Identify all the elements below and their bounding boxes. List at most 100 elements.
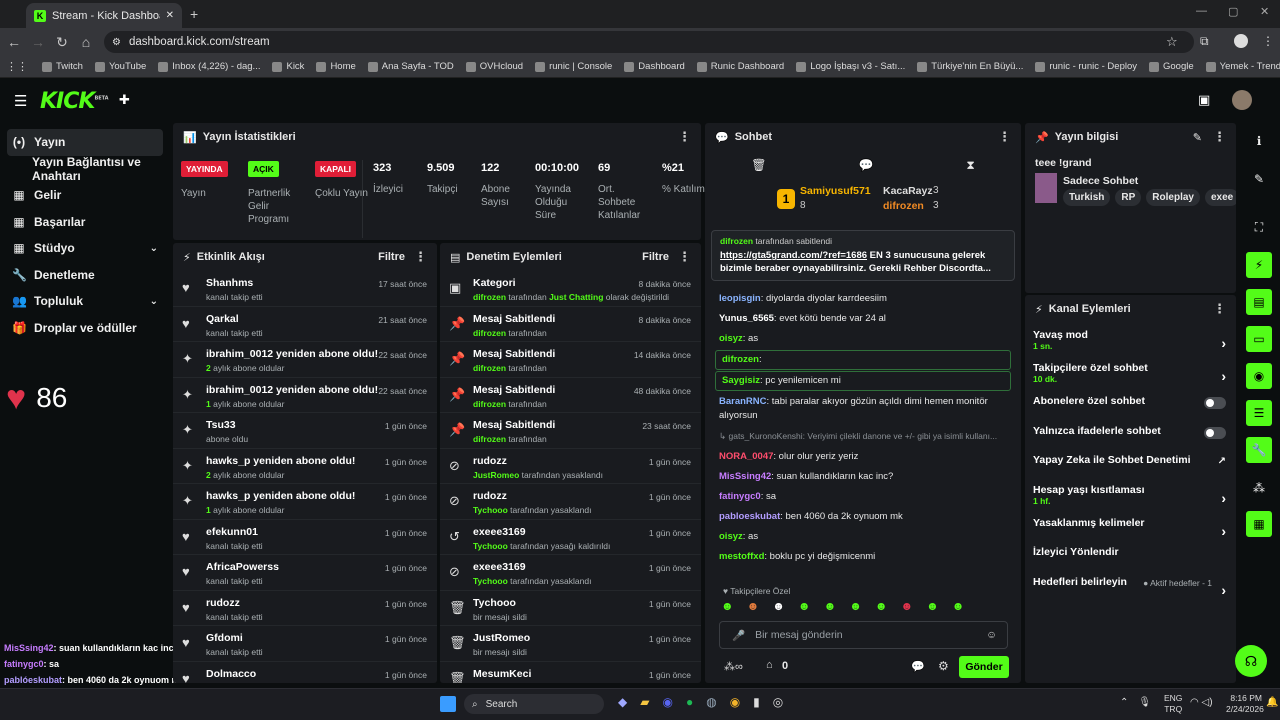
chat-username[interactable]: Saygisiz: [722, 375, 760, 386]
bookmark-item[interactable]: Twitch: [42, 61, 83, 72]
broadcast-icon[interactable]: ◉: [1246, 363, 1272, 389]
activity-row[interactable]: ✦ ibrahim_0012 yeniden abone oldu! 2 aylık…: [173, 342, 437, 378]
chat-username[interactable]: BaranRNC: [719, 396, 767, 407]
chat-message[interactable]: oisyz: as: [705, 527, 1021, 547]
chat-settings-bubble-icon[interactable]: 💬: [911, 660, 925, 673]
chat-message[interactable]: Saygisiz: pc yenilemicen mi: [715, 371, 1011, 391]
chat-message[interactable]: mestoffxd: boklu pc yi değişmicenmi: [705, 547, 1021, 567]
moderation-row[interactable]: 📌 Mesaj Sabitlendi difrozen tarafından 14 d…: [440, 342, 701, 378]
close-tab-icon[interactable]: ✕: [166, 10, 174, 21]
copilot-icon[interactable]: ◆: [618, 695, 627, 709]
help-icon[interactable]: ☊: [1235, 645, 1267, 677]
bookmark-item[interactable]: Logo İşbaşı v3 - Satı...: [796, 61, 905, 72]
taskbar-search[interactable]: ⌕ Search: [464, 694, 604, 714]
chat-username[interactable]: pabloeskubat: [719, 511, 780, 522]
sidebar-item-1[interactable]: Yayın Bağlantısı ve Anahtarı: [0, 155, 170, 183]
channel-action-item[interactable]: Yavaş mod 1 sn. ›: [1025, 329, 1236, 362]
tag-chip[interactable]: exee: [1204, 189, 1236, 206]
bookmark-item[interactable]: Ana Sayfa - TOD: [367, 61, 454, 72]
chat-message[interactable]: fatinygc0: sa: [705, 487, 1021, 507]
kick-logo[interactable]: KICKBETA: [40, 89, 109, 114]
more-options-icon[interactable]: ⋮: [678, 249, 691, 265]
close-window-icon[interactable]: ✕: [1260, 5, 1269, 18]
emote-icon[interactable]: ☻: [798, 599, 811, 613]
channel-action-item[interactable]: Hedefleri belirleyin ● Aktif hedefler - 1…: [1025, 576, 1236, 606]
browser-menu-icon[interactable]: ⋮: [1262, 34, 1274, 48]
windows-start-icon[interactable]: [440, 696, 456, 712]
chat-icon[interactable]: ▭: [1246, 326, 1272, 352]
users-icon[interactable]: ⁂: [1246, 475, 1272, 501]
bookmark-item[interactable]: runic - runic - Deploy: [1035, 61, 1137, 72]
info-icon[interactable]: ℹ: [1246, 128, 1272, 154]
minimize-icon[interactable]: —: [1196, 5, 1207, 17]
more-options-icon[interactable]: ⋮: [1213, 301, 1226, 317]
activity-row[interactable]: ♥ Qarkal kanalı takip etti 21 saat önce: [173, 307, 437, 342]
activity-row[interactable]: ♥ rudozz kanalı takip etti 1 gün önce: [173, 591, 437, 626]
moderation-row[interactable]: ⊘ exeee3169 Tychooo tarafından yasaklandı 1…: [440, 555, 701, 591]
activity-row[interactable]: ♥ Dolmacco 1 gün önce: [173, 662, 437, 684]
chat-bubble-icon[interactable]: 💬: [859, 158, 874, 172]
channel-action-item[interactable]: Yalnızca ifadelerle sohbet: [1025, 425, 1236, 455]
new-tab-icon[interactable]: +: [190, 6, 198, 22]
chat-username[interactable]: fatinygc0: [719, 491, 761, 502]
chevron-right-icon[interactable]: ›: [1221, 335, 1226, 351]
emoji-icon[interactable]: ☺: [986, 629, 997, 641]
sidebar-item-3[interactable]: ▦ Başarılar: [0, 209, 170, 236]
tag-chip[interactable]: Roleplay: [1146, 189, 1200, 206]
chat-username[interactable]: MisSsing42: [719, 471, 771, 482]
bookmark-item[interactable]: OVHcloud: [465, 61, 523, 72]
bookmark-item[interactable]: runic | Console: [535, 61, 612, 72]
bookmark-star-icon[interactable]: ☆: [1166, 34, 1178, 50]
activity-row[interactable]: ✦ hawks_p yeniden abone oldu! 1 aylık abon…: [173, 484, 437, 520]
sidebar-item-7[interactable]: 🎁 Droplar ve ödüller: [0, 315, 170, 342]
moderation-row[interactable]: 🗑 MesumKeci 1 gün önce: [440, 662, 701, 684]
emote-icon[interactable]: ☻: [900, 599, 913, 613]
language-indicator[interactable]: ENG TRQ: [1164, 693, 1182, 715]
chat-username[interactable]: leopisgin: [719, 293, 761, 304]
bookmark-item[interactable]: Kick: [272, 61, 304, 72]
bookmark-item[interactable]: Yemek - Trendyol Go: [1205, 61, 1280, 72]
external-link-icon[interactable]: ↗: [1218, 456, 1226, 467]
profile-icon[interactable]: [1234, 34, 1248, 48]
activity-row[interactable]: ✦ ibrahim_0012 yeniden abone oldu! 1 aylık…: [173, 378, 437, 413]
channel-action-item[interactable]: Yapay Zeka ile Sohbet Denetimi ↗: [1025, 454, 1236, 484]
forward-icon[interactable]: →: [26, 34, 50, 50]
bookmark-item[interactable]: Home: [316, 61, 356, 72]
browser-tab[interactable]: K Stream - Kick Dashboard ✕: [26, 3, 182, 28]
edit-icon[interactable]: ✎: [1193, 131, 1202, 144]
activity-row[interactable]: ♥ AfricaPowerss kanalı takip etti 1 gün önc…: [173, 555, 437, 591]
send-button[interactable]: Gönder: [959, 656, 1009, 678]
emote-icon[interactable]: ☻: [772, 599, 785, 613]
tag-chip[interactable]: RP: [1115, 189, 1142, 206]
site-info-icon[interactable]: ⚙: [112, 37, 121, 48]
epic-games-icon[interactable]: ▮: [753, 695, 760, 709]
chat-username[interactable]: mestoffxd: [719, 551, 764, 562]
chat-input[interactable]: 🎤 Bir mesaj gönderin ☺: [719, 621, 1008, 649]
list-icon[interactable]: ☰: [1246, 400, 1272, 426]
emote-icon[interactable]: ☻: [721, 599, 734, 613]
toggle-switch[interactable]: [1204, 397, 1226, 409]
emote-icon[interactable]: ☻: [952, 599, 965, 613]
activity-row[interactable]: ✦ Tsu33 abone oldu 1 gün önce: [173, 413, 437, 449]
bookmark-item[interactable]: Dashboard: [624, 61, 685, 72]
mic-icon[interactable]: 🎤: [732, 629, 745, 642]
microphone-icon[interactable]: 🎙: [1138, 697, 1151, 708]
fullscreen-icon[interactable]: ⛶: [1246, 214, 1272, 240]
edit-icon[interactable]: ✎: [1246, 166, 1272, 192]
sidebar-item-0[interactable]: (•) Yayın: [7, 129, 163, 156]
bookmark-item[interactable]: Runic Dashboard: [696, 61, 784, 72]
bookmark-item[interactable]: YouTube: [94, 61, 146, 72]
back-icon[interactable]: ←: [2, 34, 26, 50]
reload-icon[interactable]: ↻: [50, 34, 74, 51]
chat-message[interactable]: NORA_0047: olur olur yeriz yeriz: [705, 447, 1021, 467]
moderation-row[interactable]: 📌 Mesaj Sabitlendi difrozen tarafından 8 da…: [440, 307, 701, 342]
pin-tool-icon[interactable]: ✚: [119, 92, 130, 108]
document-icon[interactable]: ▤: [1246, 289, 1272, 315]
activity-row[interactable]: ♥ Shanhms kanalı takip etti 17 saat önce: [173, 271, 437, 307]
activity-row[interactable]: ♥ Gfdomi kanalı takip etti 1 gün önce: [173, 626, 437, 662]
gift-icon[interactable]: ⌂: [766, 659, 773, 671]
bookmark-item[interactable]: Türkiye'nin En Büyü...: [917, 61, 1023, 72]
game-icon[interactable]: ▦: [1246, 511, 1272, 537]
sidebar-item-4[interactable]: ▦ Stüdyo ⌄: [0, 235, 170, 262]
emote-icon[interactable]: ☻: [926, 599, 939, 613]
